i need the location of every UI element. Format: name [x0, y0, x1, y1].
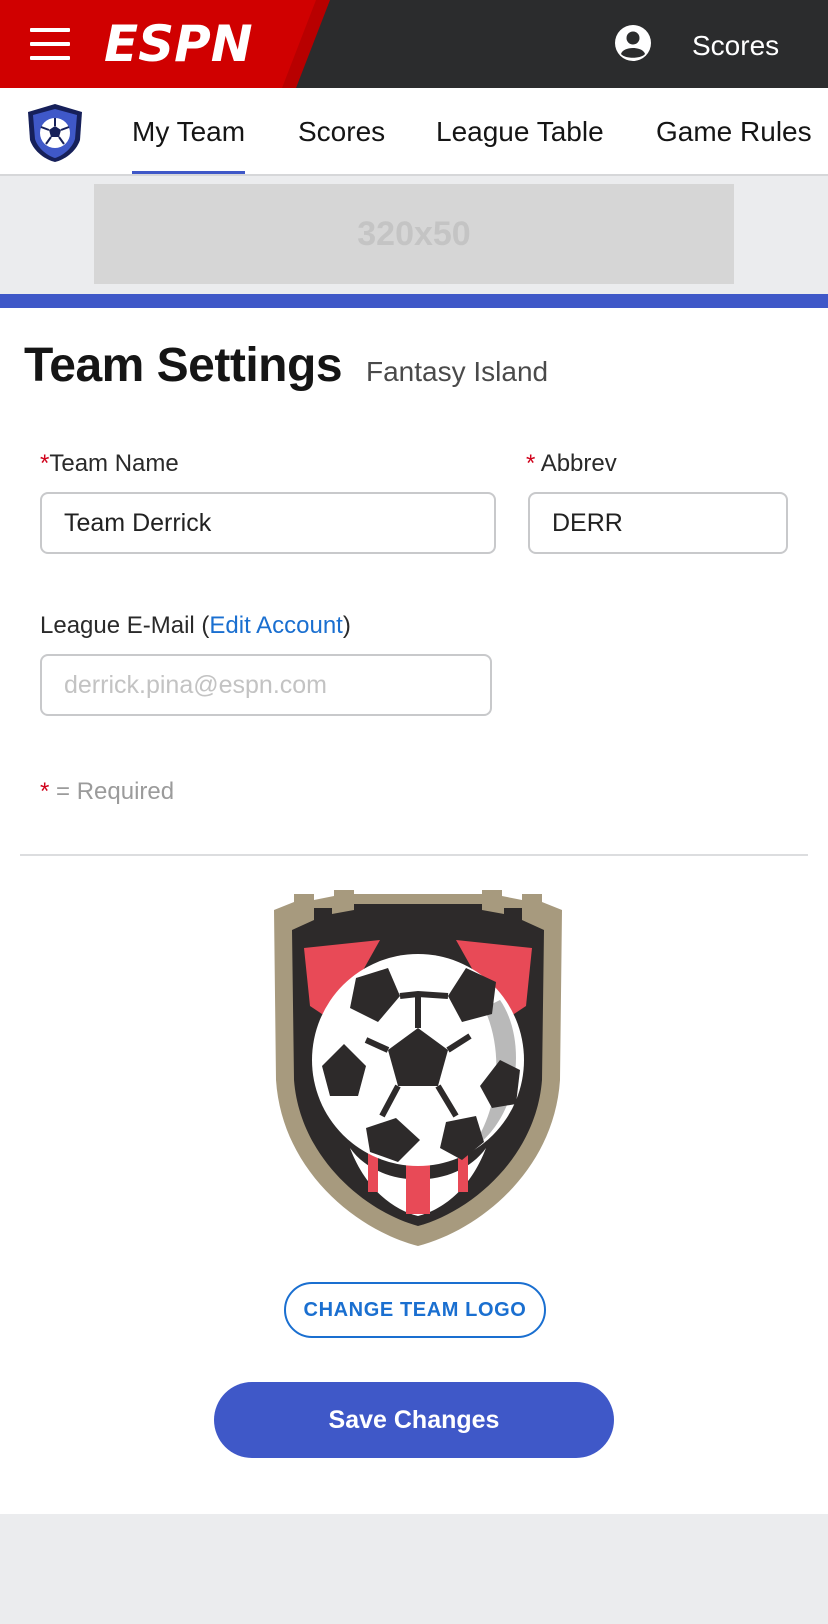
- email-label-prefix: League E-Mail (: [40, 612, 210, 639]
- user-account-icon[interactable]: [614, 24, 652, 62]
- team-name-label: *Team Name: [40, 450, 179, 478]
- top-scores-link[interactable]: Scores: [692, 28, 779, 64]
- espn-logo[interactable]: ESPN: [104, 18, 274, 68]
- hamburger-menu-icon[interactable]: [30, 28, 70, 60]
- email-label: League E-Mail (Edit Account): [40, 612, 351, 640]
- tab-my-team[interactable]: My Team: [132, 88, 246, 174]
- email-label-suffix: ): [342, 612, 351, 639]
- team-logo-image: [274, 890, 562, 1246]
- change-team-logo-button[interactable]: CHANGE TEAM LOGO: [284, 1282, 546, 1338]
- tab-game-rules[interactable]: Game Rules: [656, 88, 812, 174]
- email-field[interactable]: derrick.pina@espn.com: [40, 654, 492, 716]
- team-settings-card: Team Settings Fantasy Island *Team Name …: [0, 294, 828, 1514]
- page-title: Team Settings: [24, 339, 343, 392]
- team-name-input[interactable]: Team Derrick: [40, 492, 496, 554]
- league-shield-icon[interactable]: [24, 102, 86, 164]
- tab-league-table[interactable]: League Table: [436, 88, 604, 174]
- league-nav: My Team Scores League Table Game Rules: [0, 88, 828, 176]
- required-mark: *: [40, 778, 50, 805]
- required-note-text: = Required: [49, 778, 175, 805]
- ad-area: 320x50: [0, 176, 828, 294]
- required-mark: *: [526, 450, 536, 477]
- abbrev-label: * Abbrev: [526, 450, 617, 478]
- edit-account-link[interactable]: Edit Account: [209, 612, 342, 639]
- required-note: * = Required: [40, 778, 174, 806]
- tab-scores[interactable]: Scores: [298, 88, 385, 174]
- abbrev-input[interactable]: DERR: [528, 492, 788, 554]
- team-name-label-text: Team Name: [49, 450, 179, 477]
- abbrev-label-text: Abbrev: [540, 450, 617, 477]
- divider: [20, 854, 808, 856]
- top-bar: ESPN Scores: [0, 0, 828, 88]
- league-name: Fantasy Island: [366, 356, 549, 387]
- save-changes-button[interactable]: Save Changes: [214, 1382, 614, 1458]
- required-mark: *: [40, 450, 50, 477]
- ad-placeholder[interactable]: 320x50: [94, 184, 734, 284]
- svg-text:ESPN: ESPN: [104, 18, 253, 68]
